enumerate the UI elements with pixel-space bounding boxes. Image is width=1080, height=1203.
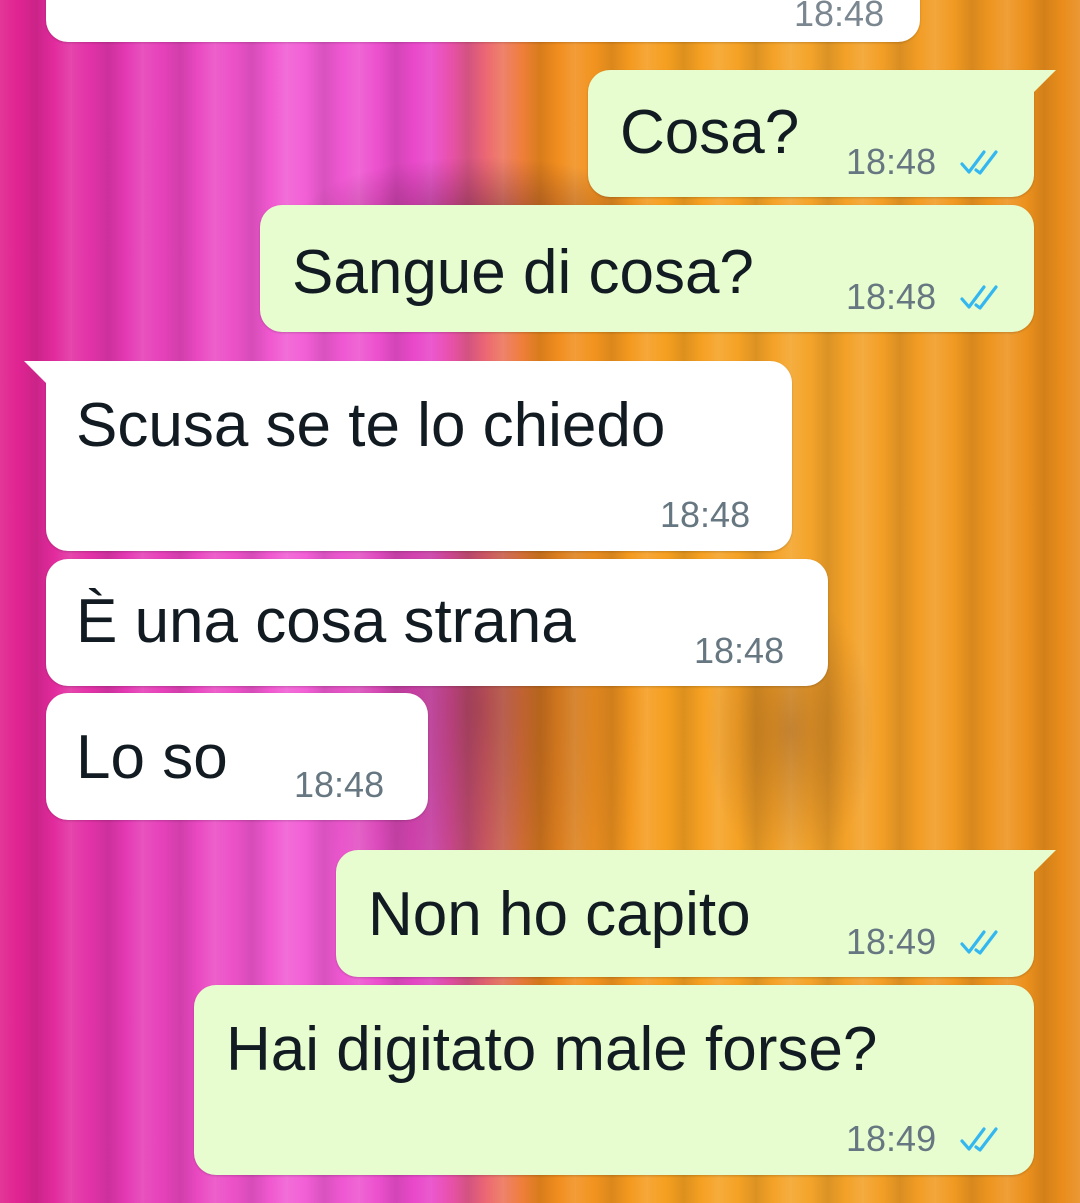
message-text: Hai digitato male forse?	[226, 1015, 878, 1084]
message-time: 18:48	[294, 764, 385, 805]
bubble-tail	[1034, 850, 1056, 872]
message-time: 18:48	[794, 0, 885, 34]
message-bubble-outgoing[interactable]: Hai digitato male forse? 18:49	[194, 985, 1034, 1175]
message-text: È una cosa strana	[76, 587, 576, 656]
message-text: Non ho capito	[368, 880, 751, 949]
message-bubble-outgoing[interactable]: Cosa? 18:48	[588, 70, 1034, 197]
message-text: Sangue di cosa?	[292, 238, 754, 307]
double-check-icon	[960, 148, 1006, 178]
message-bubble-outgoing[interactable]: Sangue di cosa? 18:48	[260, 205, 1034, 332]
double-check-icon	[960, 283, 1006, 313]
bubble-tail	[24, 361, 46, 383]
message-bubble-incoming[interactable]: 18:48	[46, 0, 920, 42]
message-text: Cosa?	[620, 98, 800, 167]
double-check-icon	[960, 928, 1006, 958]
message-time: 18:48	[846, 276, 937, 317]
message-time: 18:48	[694, 630, 785, 671]
message-bubble-incoming[interactable]: È una cosa strana 18:48	[46, 559, 828, 686]
message-bubble-incoming[interactable]: Scusa se te lo chiedo 18:48	[46, 361, 792, 551]
message-time: 18:49	[846, 921, 937, 962]
message-text: Scusa se te lo chiedo	[76, 391, 666, 460]
message-time: 18:49	[846, 1118, 937, 1159]
bubble-tail	[1034, 70, 1056, 92]
double-check-icon	[960, 1125, 1006, 1155]
message-time: 18:48	[846, 141, 937, 182]
message-bubble-incoming[interactable]: Lo so 18:48	[46, 693, 428, 820]
message-text: Lo so	[76, 723, 228, 792]
message-bubble-outgoing[interactable]: Non ho capito 18:49	[336, 850, 1034, 977]
message-time: 18:48	[660, 494, 751, 535]
